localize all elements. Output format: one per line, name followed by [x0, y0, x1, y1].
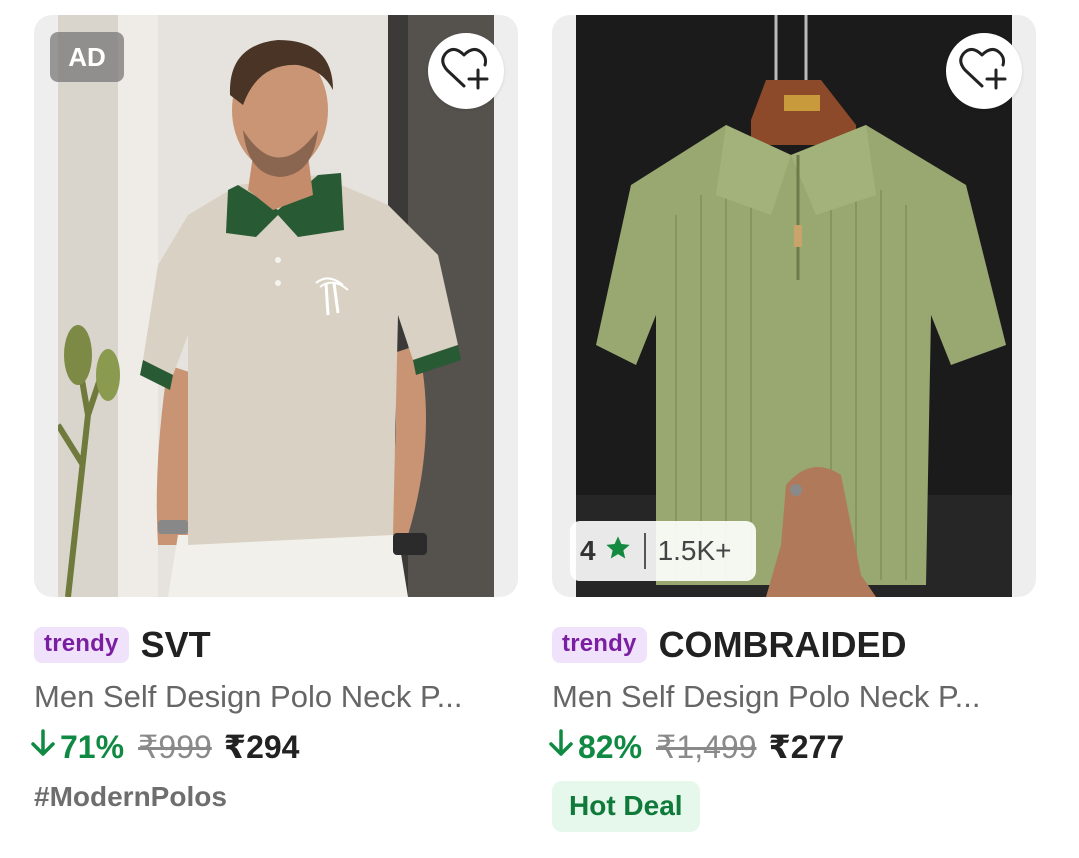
discount-percent: 71% — [60, 728, 125, 765]
price-row: 71% ₹999 ₹294 — [31, 727, 518, 767]
product-card-svt[interactable]: AD trendy SVT Men Self Design Polo Neck … — [31, 15, 518, 813]
hot-deal-badge: Hot Deal — [552, 781, 700, 832]
trendy-tag: trendy — [552, 627, 647, 663]
arrow-down-icon — [546, 728, 576, 766]
original-price: ₹999 — [138, 729, 212, 765]
price-row: 82% ₹1,499 ₹277 — [549, 727, 1036, 767]
rating-value: 4 — [580, 535, 596, 566]
rating-count: 1.5K+ — [657, 535, 732, 566]
heart-plus-icon — [441, 46, 491, 97]
product-image[interactable] — [58, 15, 494, 597]
discount-percent: 82% — [578, 728, 643, 765]
rating-divider — [643, 533, 646, 569]
product-image-container[interactable]: 4 1.5K+ — [552, 15, 1036, 597]
heart-plus-icon — [959, 46, 1009, 97]
product-image[interactable] — [576, 15, 1012, 597]
product-title[interactable]: Men Self Design Polo Neck P... — [552, 679, 1036, 715]
brand-row: trendy COMBRAIDED — [552, 624, 1036, 665]
collection-hashtag[interactable]: #ModernPolos — [34, 781, 518, 813]
arrow-down-icon — [28, 728, 58, 766]
ad-badge: AD — [50, 32, 124, 82]
selling-price: ₹277 — [768, 729, 845, 765]
original-price: ₹1,499 — [656, 729, 757, 765]
product-title[interactable]: Men Self Design Polo Neck P... — [34, 679, 518, 715]
wishlist-button[interactable] — [946, 33, 1022, 109]
product-card-combraided[interactable]: 4 1.5K+ trendy COMBRAIDED Men Self Desig… — [549, 15, 1036, 832]
brand-name: SVT — [140, 624, 211, 665]
product-image-container[interactable]: AD — [34, 15, 518, 597]
selling-price: ₹294 — [223, 729, 300, 765]
brand-name: COMBRAIDED — [658, 624, 907, 665]
brand-row: trendy SVT — [34, 624, 518, 665]
trendy-tag: trendy — [34, 627, 129, 663]
star-icon — [604, 534, 632, 569]
rating-badge: 4 1.5K+ — [570, 521, 756, 581]
wishlist-button[interactable] — [428, 33, 504, 109]
